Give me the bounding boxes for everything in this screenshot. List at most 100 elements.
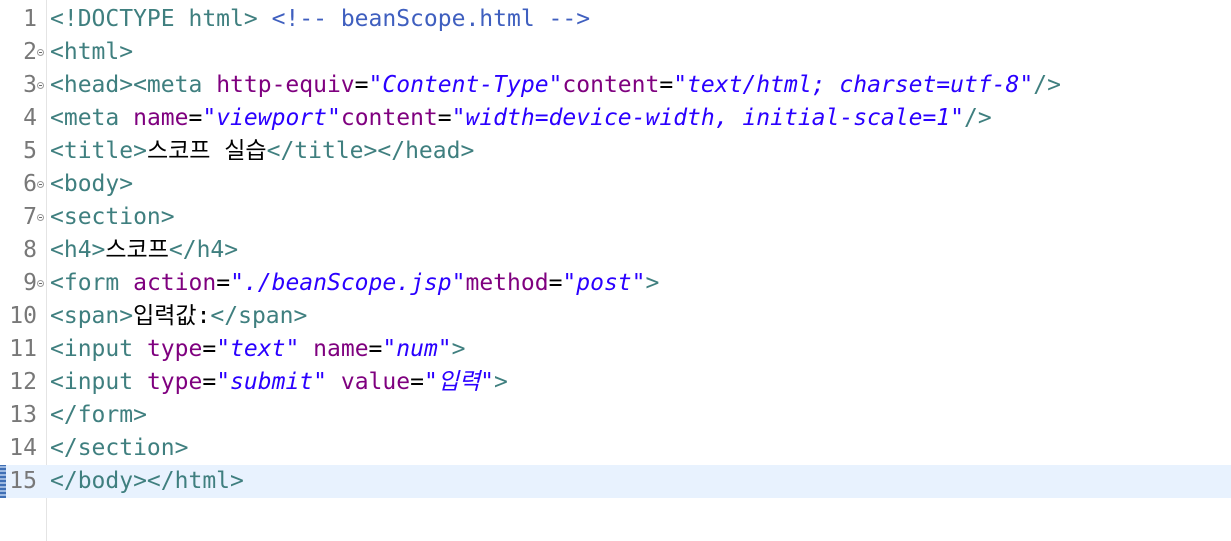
line-number: 1 xyxy=(23,6,37,32)
code-text: </section> xyxy=(50,432,188,465)
code-line[interactable]: 9 <form action="./beanScope.jsp"method="p… xyxy=(0,267,1231,300)
code-token: </body></html> xyxy=(50,468,244,494)
code-text: <span>입력값:</span> xyxy=(50,300,307,333)
code-text: <!DOCTYPE html> <!-- beanScope.html --> xyxy=(50,3,590,36)
code-token: = xyxy=(202,369,217,395)
code-token: <body> xyxy=(50,171,134,197)
line-number: 5 xyxy=(23,138,37,164)
fold-toggle-icon[interactable] xyxy=(37,214,44,221)
code-token: name xyxy=(133,105,189,131)
code-text: <meta name="viewport"content="width=devi… xyxy=(50,102,992,135)
code-token: = xyxy=(368,336,383,362)
code-line[interactable]: 12 <input type="submit" value="입력"> xyxy=(0,366,1231,399)
code-token: = xyxy=(548,270,563,296)
line-number: 7 xyxy=(23,204,37,230)
code-line[interactable]: 14 </section> xyxy=(0,432,1231,465)
line-number: 12 xyxy=(9,369,37,395)
code-token: = xyxy=(202,336,217,362)
code-token: <html> xyxy=(50,39,134,65)
code-token: type xyxy=(146,336,203,362)
line-number: 10 xyxy=(9,303,37,329)
code-line[interactable]: 4 <meta name="viewport"content="width=dev… xyxy=(0,102,1231,135)
code-token: "./beanScope.jsp" xyxy=(230,270,466,296)
code-token: = xyxy=(354,72,369,98)
code-token: <input xyxy=(50,336,134,362)
line-number: 13 xyxy=(9,402,37,428)
code-token: /> xyxy=(964,105,992,131)
code-token: </title></head> xyxy=(266,138,475,164)
code-token: > xyxy=(645,270,660,296)
code-token: </form> xyxy=(50,402,147,428)
code-token: action xyxy=(133,270,217,296)
code-text: </form> xyxy=(50,399,147,432)
code-token: type xyxy=(146,369,203,395)
code-token: <form xyxy=(50,270,120,296)
code-text: <input type="submit" value="입력"> xyxy=(50,366,508,399)
code-text: <input type="text" name="num"> xyxy=(50,333,466,366)
code-line[interactable]: 15 </body></html> xyxy=(0,465,1231,498)
code-token: name xyxy=(313,336,369,362)
code-text: <h4>스코프</h4> xyxy=(50,234,238,267)
code-token: "num" xyxy=(382,336,452,362)
fold-toggle-icon[interactable] xyxy=(37,82,44,89)
code-text: <head><meta http-equiv="Content-Type"con… xyxy=(50,69,1061,102)
code-line[interactable]: 13 </form> xyxy=(0,399,1231,432)
code-token: <span> xyxy=(50,303,134,329)
code-token: http-equiv xyxy=(216,72,355,98)
code-line[interactable]: 7 <section> xyxy=(0,201,1231,234)
code-text: <section> xyxy=(50,201,175,234)
code-token: > xyxy=(451,336,466,362)
code-line[interactable]: 5 <title>스코프 실습</title></head> xyxy=(0,135,1231,168)
code-token: 스코프 xyxy=(105,237,169,263)
code-line[interactable]: 8 <h4>스코프</h4> xyxy=(0,234,1231,267)
code-token: "입력" xyxy=(423,369,494,395)
code-text: <form action="./beanScope.jsp"method="po… xyxy=(50,267,659,300)
line-number: 2 xyxy=(23,39,37,65)
line-number: 3 xyxy=(23,72,37,98)
code-token: /> xyxy=(1033,72,1061,98)
code-lines[interactable]: 1 <!DOCTYPE html> <!-- beanScope.html -->… xyxy=(0,3,1231,498)
code-token: "viewport" xyxy=(202,105,341,131)
line-number: 4 xyxy=(23,105,37,131)
code-token: </span> xyxy=(210,303,308,329)
code-token: <!-- beanScope.html --> xyxy=(271,6,591,32)
fold-toggle-icon[interactable] xyxy=(37,280,44,287)
fold-toggle-icon[interactable] xyxy=(37,181,44,188)
line-number: 8 xyxy=(23,237,37,263)
code-token: <!DOCTYPE html> xyxy=(50,6,258,32)
code-token: <title> xyxy=(50,138,147,164)
code-token: content xyxy=(562,72,660,98)
code-line[interactable]: 6 <body> xyxy=(0,168,1231,201)
code-token: <section> xyxy=(50,204,175,230)
fold-toggle-icon[interactable] xyxy=(37,49,44,56)
code-token: 스코프 실습 xyxy=(146,138,267,164)
line-number: 11 xyxy=(9,336,37,362)
line-number: 15 xyxy=(9,468,37,494)
code-editor[interactable]: 1 <!DOCTYPE html> <!-- beanScope.html -->… xyxy=(0,0,1231,541)
code-token: 입력값: xyxy=(133,303,211,329)
code-token: <head><meta xyxy=(50,72,203,98)
code-line[interactable]: 2 <html> xyxy=(0,36,1231,69)
code-token: <h4> xyxy=(50,237,106,263)
code-token: "width=device-width, initial-scale=1" xyxy=(451,105,964,131)
line-number: 9 xyxy=(23,270,37,296)
code-token: </section> xyxy=(50,435,189,461)
code-line[interactable]: 3 <head><meta http-equiv="Content-Type"co… xyxy=(0,69,1231,102)
code-line[interactable]: 10 <span>입력값:</span> xyxy=(0,300,1231,333)
code-token: <input xyxy=(50,369,134,395)
code-token: content xyxy=(340,105,438,131)
code-text: </body></html> xyxy=(50,465,244,498)
code-line[interactable]: 1 <!DOCTYPE html> <!-- beanScope.html --> xyxy=(0,3,1231,36)
code-token: "post" xyxy=(562,270,646,296)
code-text: <body> xyxy=(50,168,133,201)
code-token: = xyxy=(216,270,231,296)
code-line[interactable]: 11 <input type="text" name="num"> xyxy=(0,333,1231,366)
code-token: > xyxy=(493,369,508,395)
